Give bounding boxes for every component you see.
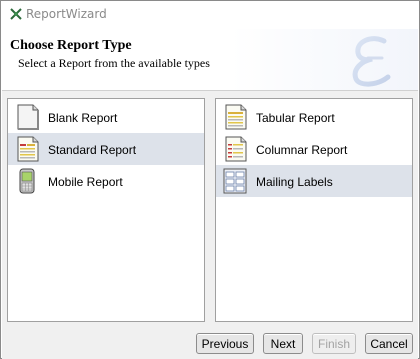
- list-item-label: Tabular Report: [256, 111, 335, 125]
- page-title: Choose Report Type: [10, 38, 132, 53]
- blank-page-icon: [14, 104, 40, 130]
- page-subtitle: Select a Report from the available types: [18, 56, 210, 70]
- list-item-label: Standard Report: [48, 143, 137, 157]
- report-wizard-window: ReportWizard Choose Report Type Select a…: [0, 0, 420, 359]
- right-report-list[interactable]: Tabular Report Columnar Report Mailing L…: [215, 98, 413, 322]
- header-banner: Choose Report Type Select a Report from …: [2, 29, 418, 91]
- list-item-label: Mailing Labels: [256, 175, 333, 189]
- list-item-mailing-labels[interactable]: Mailing Labels: [216, 165, 412, 197]
- finish-button[interactable]: Finish: [312, 333, 356, 354]
- list-item-tabular-report[interactable]: Tabular Report: [216, 101, 412, 133]
- list-item-standard-report[interactable]: Standard Report: [8, 133, 204, 165]
- mailing-labels-icon: [222, 168, 248, 194]
- list-item-columnar-report[interactable]: Columnar Report: [216, 133, 412, 165]
- previous-button[interactable]: Previous: [196, 333, 254, 354]
- window-title: ReportWizard: [26, 7, 107, 21]
- list-item-label: Blank Report: [48, 111, 118, 125]
- title-bar[interactable]: ReportWizard: [1, 1, 419, 29]
- list-item-label: Columnar Report: [256, 143, 348, 157]
- standard-report-icon: [14, 136, 40, 162]
- next-button[interactable]: Next: [263, 333, 303, 354]
- script-e-logo-icon: [338, 31, 410, 89]
- list-item-label: Mobile Report: [48, 175, 123, 189]
- mobile-phone-icon: [14, 168, 40, 194]
- left-report-list[interactable]: Blank Report Standard Report Mobile Repo…: [7, 98, 205, 322]
- tabular-report-icon: [222, 104, 248, 130]
- list-item-blank-report[interactable]: Blank Report: [8, 101, 204, 133]
- list-item-mobile-report[interactable]: Mobile Report: [8, 165, 204, 197]
- content-area: Blank Report Standard Report Mobile Repo…: [2, 91, 418, 359]
- app-icon: [9, 7, 23, 21]
- columnar-report-icon: [222, 136, 248, 162]
- cancel-button[interactable]: Cancel: [365, 333, 413, 354]
